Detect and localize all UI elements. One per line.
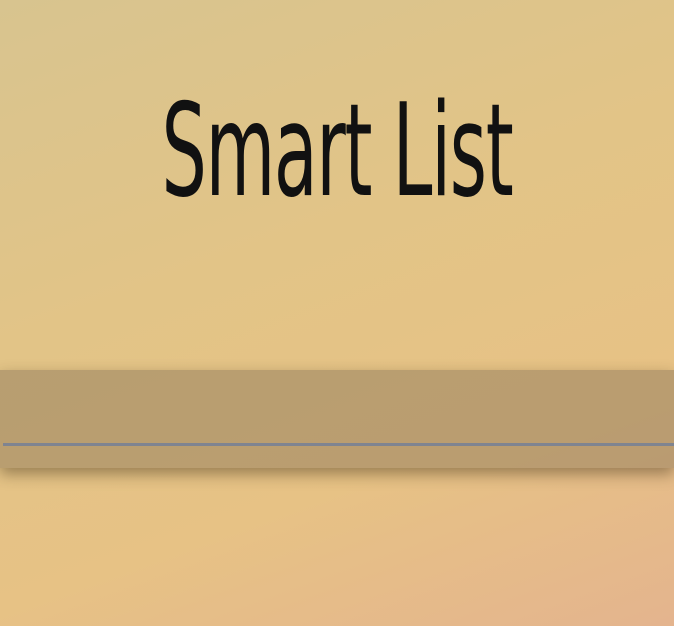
app-title: Smart List: [161, 77, 514, 226]
new-item-input[interactable]: [3, 370, 674, 446]
new-item-bar: [0, 370, 674, 468]
